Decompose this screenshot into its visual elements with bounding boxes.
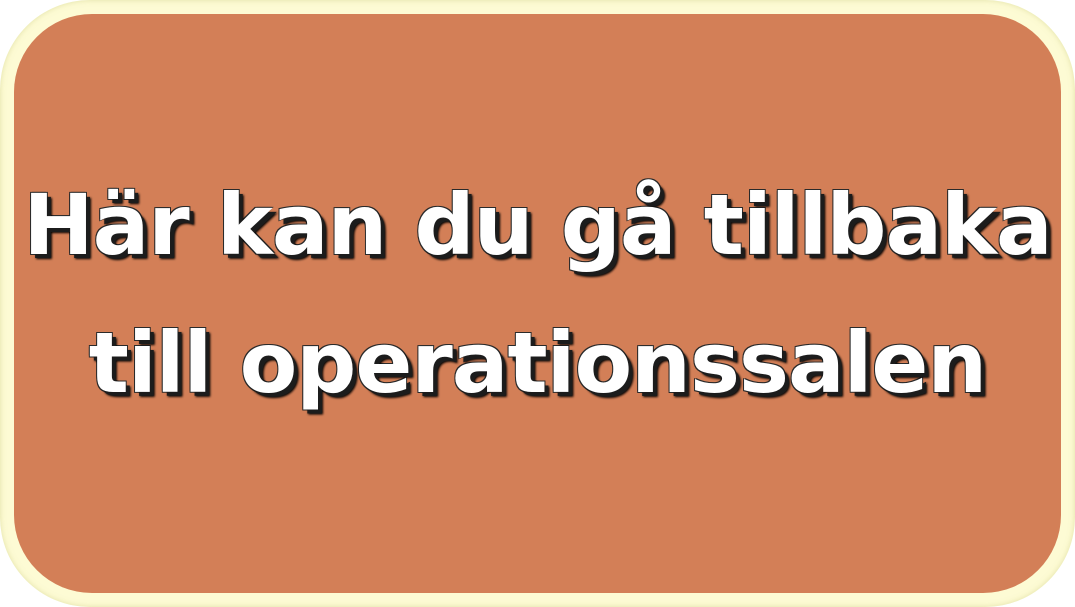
button-label-line-2: till operationssalen — [88, 313, 987, 412]
back-to-operating-room-button[interactable]: Här kan du gå tillbaka till operationssa… — [14, 14, 1061, 593]
button-label: Här kan du gå tillbaka till operationssa… — [23, 156, 1052, 432]
button-frame: Här kan du gå tillbaka till operationssa… — [0, 0, 1075, 607]
button-label-line-1: Här kan du gå tillbaka — [23, 175, 1052, 274]
